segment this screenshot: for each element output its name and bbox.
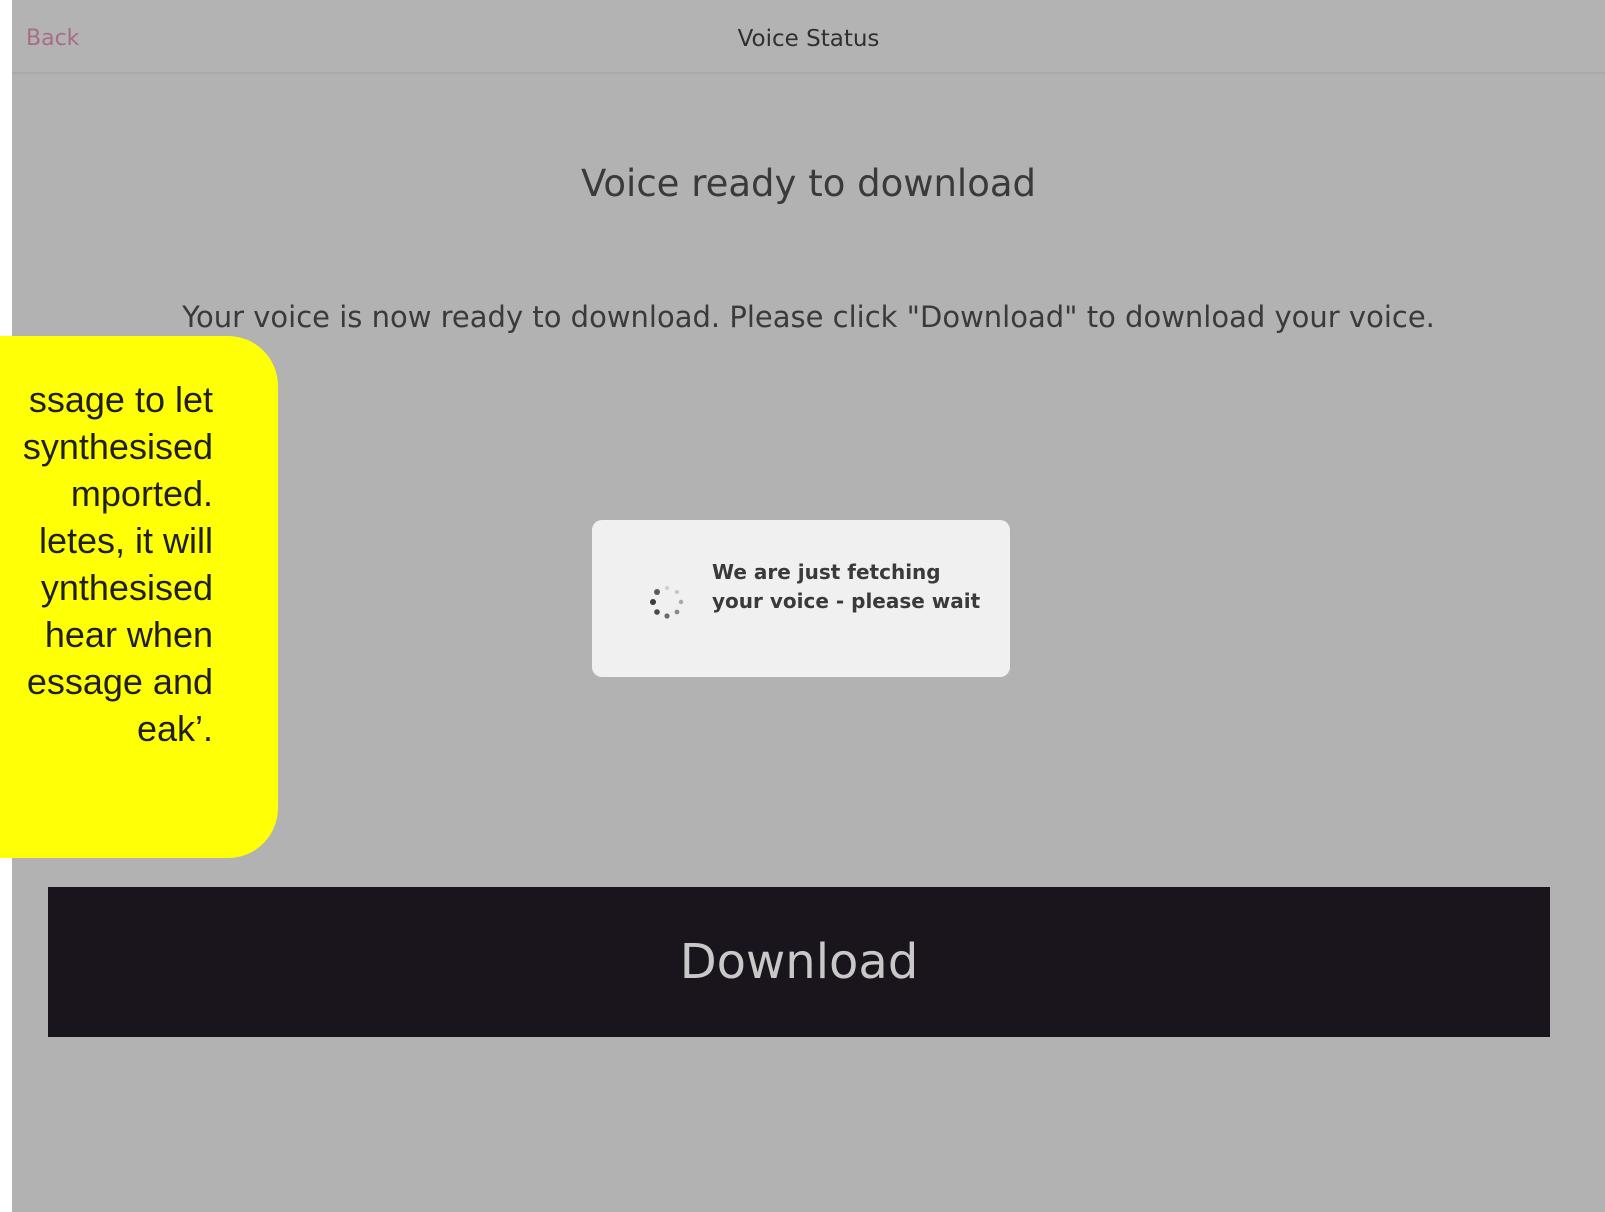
callout-line: essage and: [26, 661, 213, 702]
nav-title: Voice Status: [737, 26, 880, 52]
spinner-icon: [650, 586, 684, 619]
loading-message: We are just fetching your voice - please…: [712, 560, 981, 613]
download-button[interactable]: Download: [48, 887, 1550, 1037]
page-description: Your voice is now ready to download. Ple…: [182, 300, 1435, 334]
callout-line: hear when: [44, 614, 213, 655]
callout-line: mported.: [70, 473, 213, 514]
page-heading: Voice ready to download: [580, 162, 1037, 205]
callout-line: ynthesised: [40, 567, 213, 608]
callout-line: ssage to let: [28, 379, 213, 420]
callout-line: eak’.: [136, 708, 213, 749]
callout-line: synthesised: [22, 426, 213, 467]
download-button-label: Download: [679, 934, 919, 990]
callout-text: ssage to let synthesised mported. letes,…: [23, 376, 213, 752]
callout-line: letes, it will: [38, 520, 213, 561]
navigation-bar: Back Voice Status: [12, 0, 1605, 74]
loading-dialog: We are just fetching your voice - please…: [592, 520, 1010, 677]
annotation-callout: ssage to let synthesised mported. letes,…: [0, 336, 278, 858]
